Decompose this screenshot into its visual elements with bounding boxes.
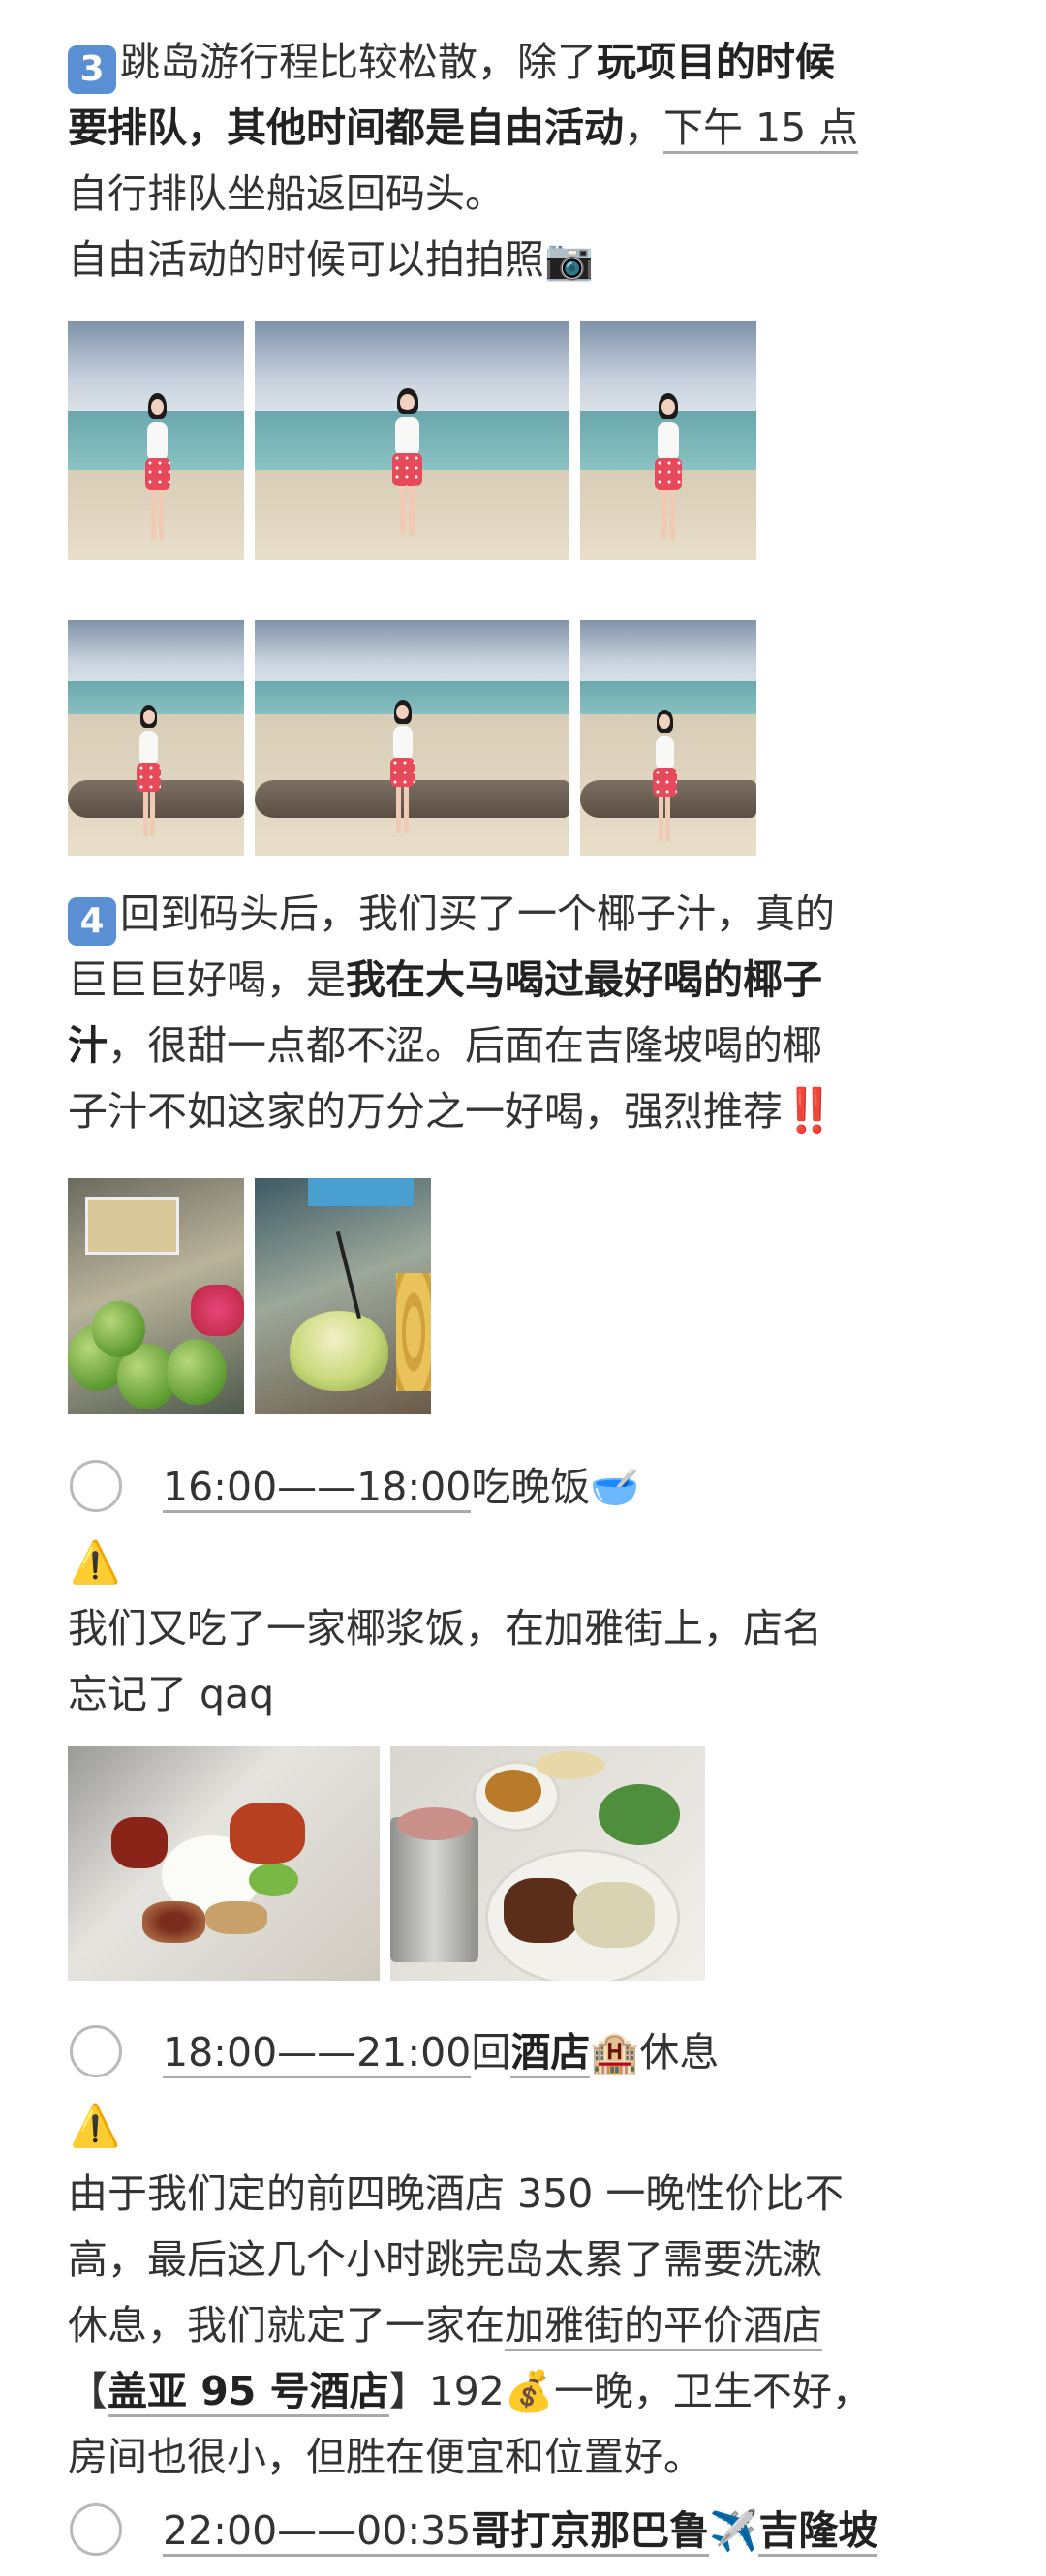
bowl-icon: 🥣 <box>590 1464 640 1510</box>
airplane-icon: ✈️ <box>709 2507 759 2554</box>
hotel-link[interactable]: 酒店 <box>510 2029 591 2078</box>
section-4-line-2: 巨巨巨好喝，是我在大马喝过最好喝的椰子 <box>68 956 822 1003</box>
double-exclamation-icon: ‼️ <box>783 1086 836 1136</box>
beach-photo-1[interactable] <box>68 321 244 560</box>
section-3-line-4: 自由活动的时候可以拍拍照📷 <box>68 236 595 283</box>
section-4-line-1: 4 回到码头后，我们买了一个椰子汁，真的 <box>68 881 978 947</box>
beach-log-photo-1[interactable] <box>68 620 244 856</box>
todo-checkbox-hotel[interactable] <box>70 2025 122 2077</box>
warning-icon: ⚠️ <box>70 2102 121 2149</box>
hotel-text: 由于我们定的前四晚酒店 350 一晚性价比不 高，最后这几个小时跳完岛太累了需要… <box>68 2170 872 2480</box>
dinner-text: 我们又吃了一家椰浆饭，在加雅街上，店名 忘记了 qaq <box>68 1605 822 1717</box>
noodle-meal-photo[interactable] <box>390 1746 705 1981</box>
section-3-line-3: 自行排队坐船返回码头。 <box>68 170 505 217</box>
section-3-line-1: 3 跳岛游行程比较松散，除了玩项目的时候 <box>68 29 978 95</box>
beach-photo-3[interactable] <box>580 321 756 560</box>
camera-icon: 📷 <box>544 236 595 283</box>
dinner-time-row: 16:00——18:00吃晚饭🥣 <box>163 1458 639 1516</box>
number-4-badge: 4 <box>68 897 116 946</box>
origin-city-link[interactable]: 哥打京那巴鲁 <box>471 2507 710 2557</box>
number-3-badge: 3 <box>68 45 116 94</box>
todo-checkbox-dinner[interactable] <box>70 1460 122 1512</box>
coconut-drink-photo[interactable] <box>255 1178 431 1414</box>
warning-icon: ⚠️ <box>70 1538 121 1586</box>
destination-city-link[interactable]: 吉隆坡 <box>758 2507 878 2557</box>
section-4-text: 4 回到码头后，我们买了一个椰子汁，真的 巨巨巨好喝，是我在大马喝过最好喝的椰子 … <box>68 881 978 1144</box>
beach-log-photo-3[interactable] <box>580 620 756 856</box>
nasi-lemak-photo[interactable] <box>68 1746 380 1981</box>
hotel-name-link[interactable]: 盖亚 95 号酒店 <box>108 2368 389 2417</box>
hotel-time-row: 18:00——21:00回酒店🏨休息 <box>163 2023 719 2081</box>
flight-time-row: 22:00——00:35哥打京那巴鲁✈️吉隆坡 <box>163 2501 878 2560</box>
section-4-line-3: 汁，很甜一点都不涩。后面在吉隆坡喝的椰 <box>68 1022 822 1069</box>
section-3-text: 3 跳岛游行程比较松散，除了玩项目的时候 要排队，其他时间都是自由活动，下午 15… <box>68 29 978 292</box>
coconut-stall-photo[interactable] <box>68 1178 244 1414</box>
beach-log-photo-2[interactable] <box>255 620 569 856</box>
section-4-line-4: 子汁不如这家的万分之一好喝，强烈推荐‼️ <box>68 1086 836 1136</box>
hotel-icon: 🏨 <box>590 2029 640 2076</box>
todo-checkbox-flight[interactable] <box>70 2503 122 2556</box>
section-3-line-2: 要排队，其他时间都是自由活动，下午 15 点 <box>68 95 978 161</box>
beach-photo-2[interactable] <box>255 321 569 560</box>
money-bag-icon: 💰 <box>504 2368 554 2414</box>
